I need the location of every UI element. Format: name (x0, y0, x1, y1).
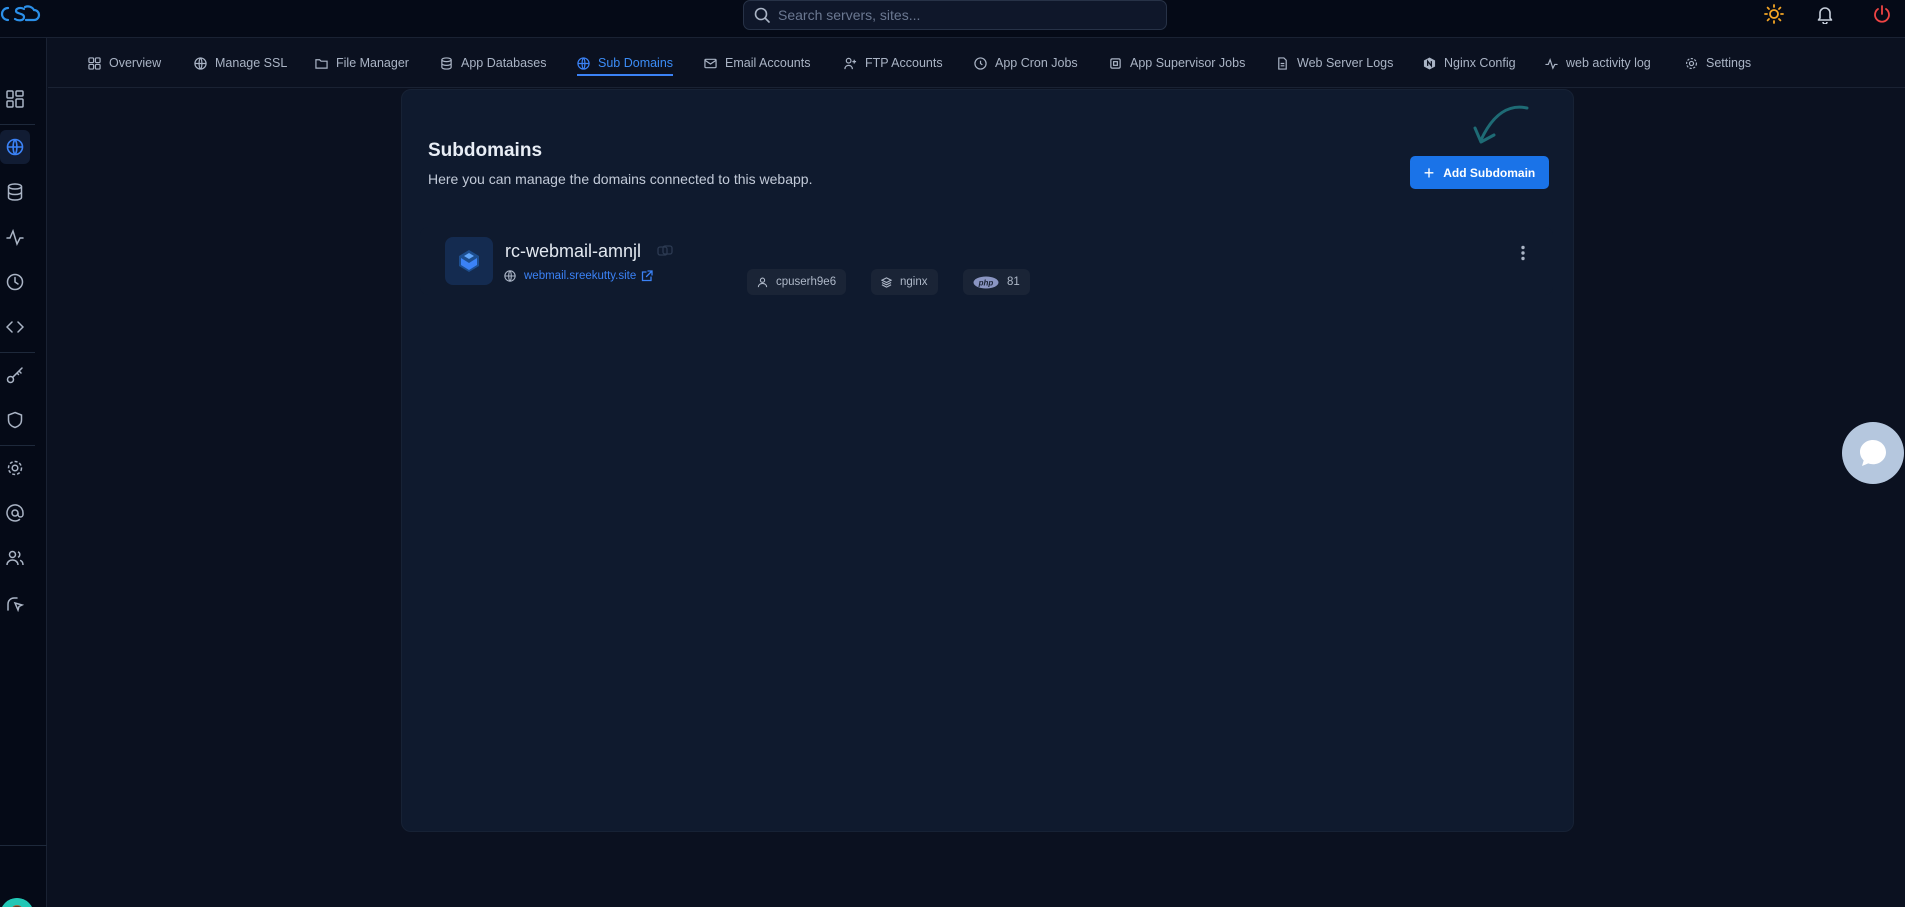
server-chip: nginx (871, 269, 938, 295)
tab-label: App Databases (461, 56, 547, 70)
tab-sub-domains[interactable]: Sub Domains (577, 38, 674, 88)
activity-icon (1545, 57, 1558, 70)
sun-icon[interactable] (1762, 2, 1786, 26)
code-icon[interactable] (0, 310, 30, 344)
more-options-icon[interactable] (1513, 241, 1533, 265)
globe-icon (577, 56, 590, 70)
tab-app-databases[interactable]: App Databases (440, 38, 546, 88)
globe-icon (504, 270, 516, 282)
tab-manage-ssl[interactable]: Manage SSL (194, 38, 287, 88)
users-icon[interactable] (0, 541, 30, 575)
database-icon (441, 56, 452, 70)
chip-icon (1110, 57, 1121, 69)
subdomain-url-link[interactable]: webmail.sreekutty.site (524, 270, 636, 282)
tab-app-cron-jobs[interactable]: App Cron Jobs (974, 38, 1078, 88)
gear-icon[interactable] (0, 451, 30, 485)
shield-icon[interactable] (0, 403, 30, 437)
avatar[interactable] (0, 898, 34, 907)
clock-icon[interactable] (0, 265, 30, 299)
pointer-route-icon[interactable] (0, 586, 30, 620)
tab-web-activity-log[interactable]: web activity log (1545, 38, 1651, 88)
tab-email-accounts[interactable]: Email Accounts (704, 38, 810, 88)
grid-icon (88, 56, 101, 70)
globe-icon (6, 138, 24, 156)
nginx-icon (1423, 56, 1436, 70)
subdomain-row[interactable]: rc-webmail-amnjl webmail.sreekutty.site … (420, 227, 1553, 295)
tab-app-supervisor-jobs[interactable]: App Supervisor Jobs (1109, 38, 1245, 88)
chat-support-button[interactable] (1842, 422, 1904, 484)
search-bar[interactable] (743, 0, 1167, 30)
key-icon[interactable] (0, 358, 30, 392)
copy-icon[interactable] (657, 245, 673, 257)
power-icon[interactable] (1870, 2, 1894, 26)
search-icon (754, 7, 770, 23)
layers-icon (881, 276, 892, 288)
bell-icon[interactable] (1813, 2, 1837, 26)
tab-label: Overview (109, 56, 162, 70)
file-text-icon (1278, 56, 1287, 70)
server-value: nginx (900, 276, 928, 288)
user-chip: cpuserh9e6 (747, 269, 847, 295)
tab-ftp-accounts[interactable]: FTP Accounts (844, 38, 943, 88)
tab-label: web activity log (1566, 56, 1651, 70)
gear-icon (1685, 57, 1698, 69)
tab-label: Web Server Logs (1297, 56, 1394, 70)
tab-nginx-config[interactable]: Nginx Config (1423, 38, 1516, 88)
page-subtitle: Here you can manage the domains connecte… (428, 171, 813, 187)
tab-label: Email Accounts (725, 56, 811, 70)
sidebar-item-websites[interactable] (0, 130, 30, 164)
tab-overview[interactable]: Overview (88, 38, 161, 88)
chat-bubble-icon (1860, 440, 1886, 466)
svg-text:php: php (978, 278, 994, 287)
plus-icon: + (1423, 162, 1435, 183)
tab-file-manager[interactable]: File Manager (315, 38, 409, 88)
clock-globe-icon (974, 56, 987, 70)
tab-web-server-logs[interactable]: Web Server Logs (1276, 38, 1393, 88)
at-sign-icon[interactable] (0, 496, 30, 530)
globe-lock-icon (194, 56, 207, 70)
page-title: Subdomains (428, 140, 543, 161)
tab-label: Sub Domains (598, 56, 674, 70)
search-input[interactable] (778, 7, 1158, 23)
tab-label: Manage SSL (215, 56, 288, 70)
left-sidebar (0, 38, 47, 907)
subdomains-panel: Subdomains Here you can manage the domai… (401, 89, 1574, 832)
tab-label: File Manager (336, 56, 409, 70)
tab-settings[interactable]: Settings (1685, 38, 1751, 88)
add-subdomain-button[interactable]: + Add Subdomain (1410, 156, 1549, 189)
mail-icon (704, 58, 717, 68)
folder-icon (315, 58, 328, 69)
user-plus-icon (844, 57, 857, 69)
tab-label: Settings (1706, 56, 1752, 70)
tab-label: App Cron Jobs (995, 56, 1078, 70)
app-tab-bar: Overview Manage SSL File Manager App Dat… (48, 38, 1905, 88)
subdomain-link: webmail.sreekutty.site (504, 270, 653, 282)
php-version-value: 81 (1007, 276, 1020, 288)
logo-icon[interactable] (0, 2, 42, 28)
external-link-icon[interactable] (641, 270, 653, 282)
php-chip: php 81 (963, 269, 1030, 295)
top-bar (0, 0, 1905, 38)
tab-label: FTP Accounts (865, 56, 943, 70)
arrow-annotation-icon (1473, 105, 1529, 144)
activity-icon[interactable] (0, 220, 30, 254)
database-icon[interactable] (0, 175, 30, 209)
subdomain-name: rc-webmail-amnjl (505, 241, 642, 261)
user-value: cpuserh9e6 (776, 276, 837, 288)
tab-label: App Supervisor Jobs (1130, 56, 1246, 70)
app-logo-icon (445, 237, 493, 285)
php-icon: php (973, 276, 999, 288)
tab-label: Nginx Config (1444, 56, 1516, 70)
user-icon (757, 277, 768, 287)
dashboard-icon[interactable] (0, 82, 30, 116)
add-subdomain-label: Add Subdomain (1443, 165, 1536, 180)
